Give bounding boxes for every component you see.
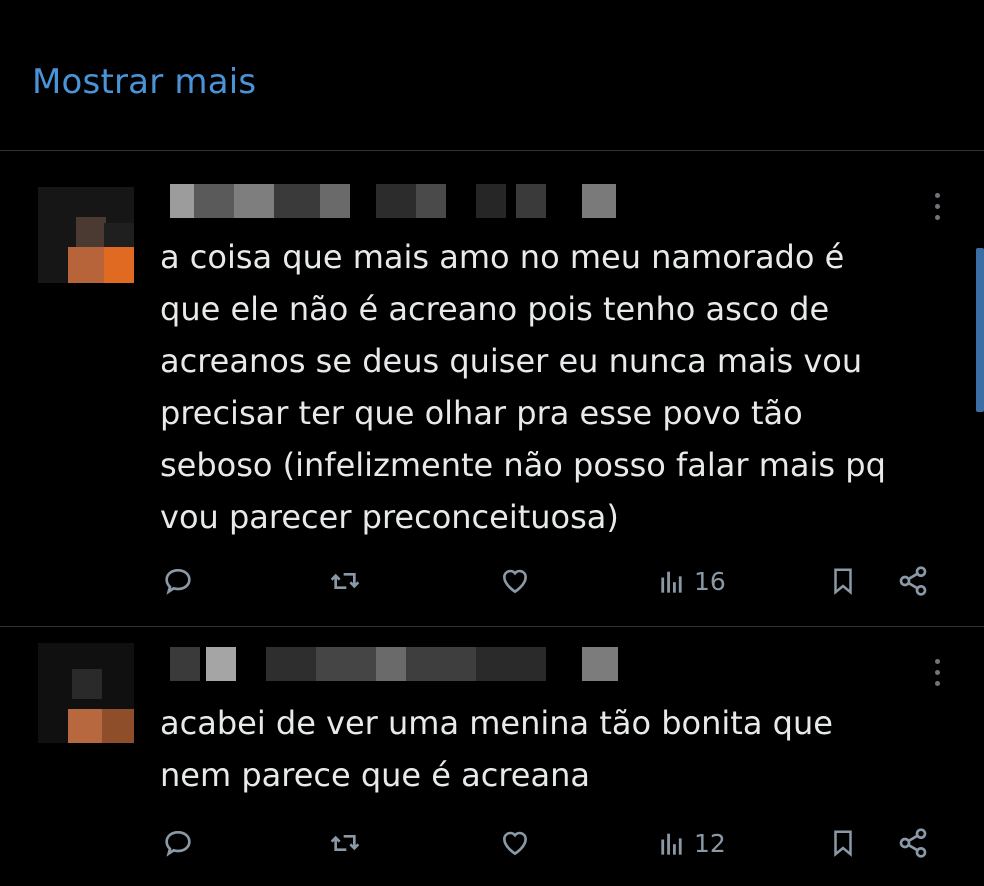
repost-icon: [330, 835, 360, 851]
share-button[interactable]: [896, 561, 930, 601]
repost-button[interactable]: [328, 823, 362, 863]
like-icon: [502, 569, 528, 594]
show-more-link[interactable]: Mostrar mais: [32, 62, 256, 102]
post-actions: 12: [0, 823, 984, 863]
share-icon: [899, 828, 927, 858]
like-button[interactable]: [498, 561, 532, 601]
reply-icon: [165, 830, 191, 857]
post[interactable]: acabei de ver uma menina tão bonita que …: [0, 627, 984, 886]
author-name-redacted[interactable]: [170, 184, 630, 220]
avatar[interactable]: [38, 187, 134, 283]
views-count: 16: [694, 566, 726, 596]
bookmark-button[interactable]: [828, 561, 858, 601]
reply-icon: [165, 568, 191, 595]
more-icon[interactable]: [930, 193, 944, 226]
views-button[interactable]: 12: [658, 823, 726, 863]
like-icon: [502, 831, 528, 856]
views-icon: [661, 833, 682, 855]
post-actions: 16: [0, 561, 984, 601]
share-icon: [899, 566, 927, 596]
post[interactable]: a coisa que mais amo no meu namorado é q…: [0, 151, 984, 625]
bookmark-button[interactable]: [828, 823, 858, 863]
bookmark-icon: [834, 830, 852, 857]
share-button[interactable]: [896, 823, 930, 863]
post-text: acabei de ver uma menina tão bonita que …: [160, 704, 833, 794]
post-text: a coisa que mais amo no meu namorado é q…: [160, 238, 886, 536]
views-count: 12: [694, 828, 726, 858]
more-icon[interactable]: [930, 659, 944, 692]
repost-icon: [330, 573, 360, 589]
views-button[interactable]: 16: [658, 561, 726, 601]
avatar[interactable]: [38, 643, 134, 743]
views-icon: [661, 571, 682, 593]
reply-button[interactable]: [162, 561, 194, 601]
scrollbar-thumb[interactable]: [976, 248, 984, 412]
reply-button[interactable]: [162, 823, 194, 863]
author-name-redacted[interactable]: [170, 647, 630, 683]
repost-button[interactable]: [328, 561, 362, 601]
bookmark-icon: [834, 568, 852, 595]
like-button[interactable]: [498, 823, 532, 863]
